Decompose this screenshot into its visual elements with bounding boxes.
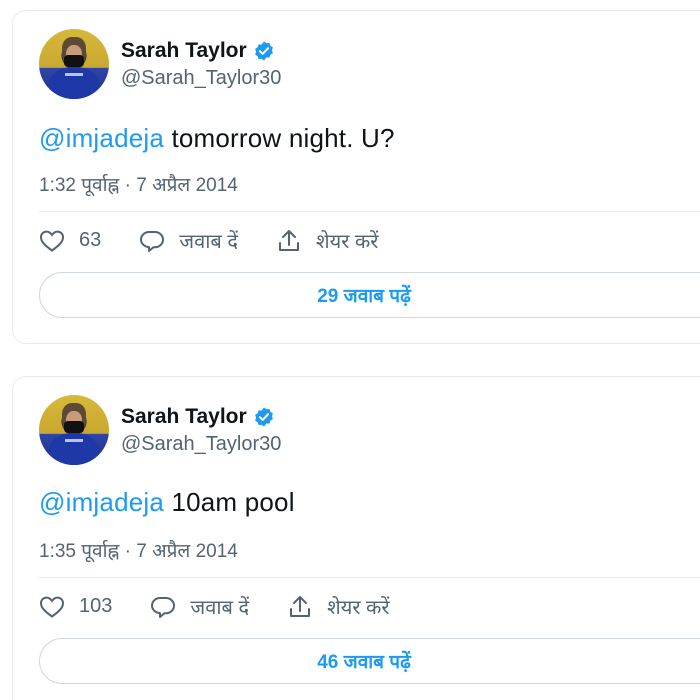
- display-name[interactable]: Sarah Taylor: [121, 39, 247, 63]
- read-replies-button[interactable]: 29 जवाब पढ़ें: [39, 272, 700, 318]
- reply-button[interactable]: जवाब दें: [150, 593, 249, 620]
- tweet-card: Sarah Taylor @Sarah_Taylor30 @imjadeja 1…: [12, 376, 700, 700]
- like-button[interactable]: 103: [39, 595, 112, 619]
- divider: [39, 211, 700, 212]
- share-button[interactable]: शेयर करें: [287, 593, 390, 620]
- speech-bubble-icon: [140, 230, 165, 252]
- tweet-text: @imjadeja tomorrow night. U?: [39, 123, 395, 154]
- read-replies-label: 29 जवाब पढ़ें: [317, 286, 411, 307]
- share-upload-icon: [290, 595, 311, 617]
- action-bar: 63 जवाब दें शेयर करें: [39, 227, 416, 254]
- tweet-body: 10am pool: [164, 487, 295, 517]
- share-upload-icon: [279, 229, 299, 251]
- timestamp[interactable]: 1:35 पूर्वाह्न · 7 अप्रैल 2014: [39, 537, 238, 563]
- handle[interactable]: @Sarah_Taylor30: [121, 433, 281, 456]
- display-name[interactable]: Sarah Taylor: [121, 405, 247, 429]
- tweet-screenshot: Sarah Taylor @Sarah_Taylor30 @imjadeja t…: [0, 0, 700, 700]
- action-bar: 103 जवाब दें शेयर करें: [39, 593, 428, 620]
- mention-link[interactable]: @imjadeja: [39, 487, 164, 517]
- share-button[interactable]: शेयर करें: [276, 227, 378, 254]
- like-count: 63: [79, 229, 102, 251]
- speech-bubble-icon: [151, 596, 176, 618]
- read-replies-button[interactable]: 46 जवाब पढ़ें: [39, 638, 700, 684]
- reply-label: जवाब दें: [179, 231, 238, 253]
- heart-icon: [39, 596, 65, 618]
- mention-link[interactable]: @imjadeja: [39, 123, 164, 153]
- tweet-body: tomorrow night. U?: [164, 123, 395, 153]
- share-label: शेयर करें: [316, 231, 379, 253]
- like-count: 103: [79, 595, 113, 617]
- verified-badge-icon: [254, 40, 273, 61]
- author-names: Sarah Taylor @Sarah_Taylor30: [121, 405, 281, 456]
- author-names: Sarah Taylor @Sarah_Taylor30: [121, 39, 281, 90]
- verified-badge-icon: [254, 406, 273, 427]
- handle[interactable]: @Sarah_Taylor30: [121, 67, 281, 90]
- divider: [39, 577, 700, 578]
- tweet-card: Sarah Taylor @Sarah_Taylor30 @imjadeja t…: [12, 10, 700, 344]
- tweet-header: Sarah Taylor @Sarah_Taylor30: [39, 395, 281, 465]
- share-label: शेयर करें: [327, 597, 390, 619]
- avatar[interactable]: [39, 395, 109, 465]
- reply-label: जवाब दें: [190, 597, 250, 619]
- tweet-header: Sarah Taylor @Sarah_Taylor30: [39, 29, 281, 99]
- reply-button[interactable]: जवाब दें: [139, 227, 238, 254]
- avatar[interactable]: [39, 29, 109, 99]
- read-replies-label: 46 जवाब पढ़ें: [317, 652, 411, 673]
- tweet-text: @imjadeja 10am pool: [39, 487, 295, 518]
- heart-icon: [39, 230, 65, 252]
- timestamp[interactable]: 1:32 पूर्वाह्न · 7 अप्रैल 2014: [39, 171, 238, 197]
- like-button[interactable]: 63: [39, 229, 101, 253]
